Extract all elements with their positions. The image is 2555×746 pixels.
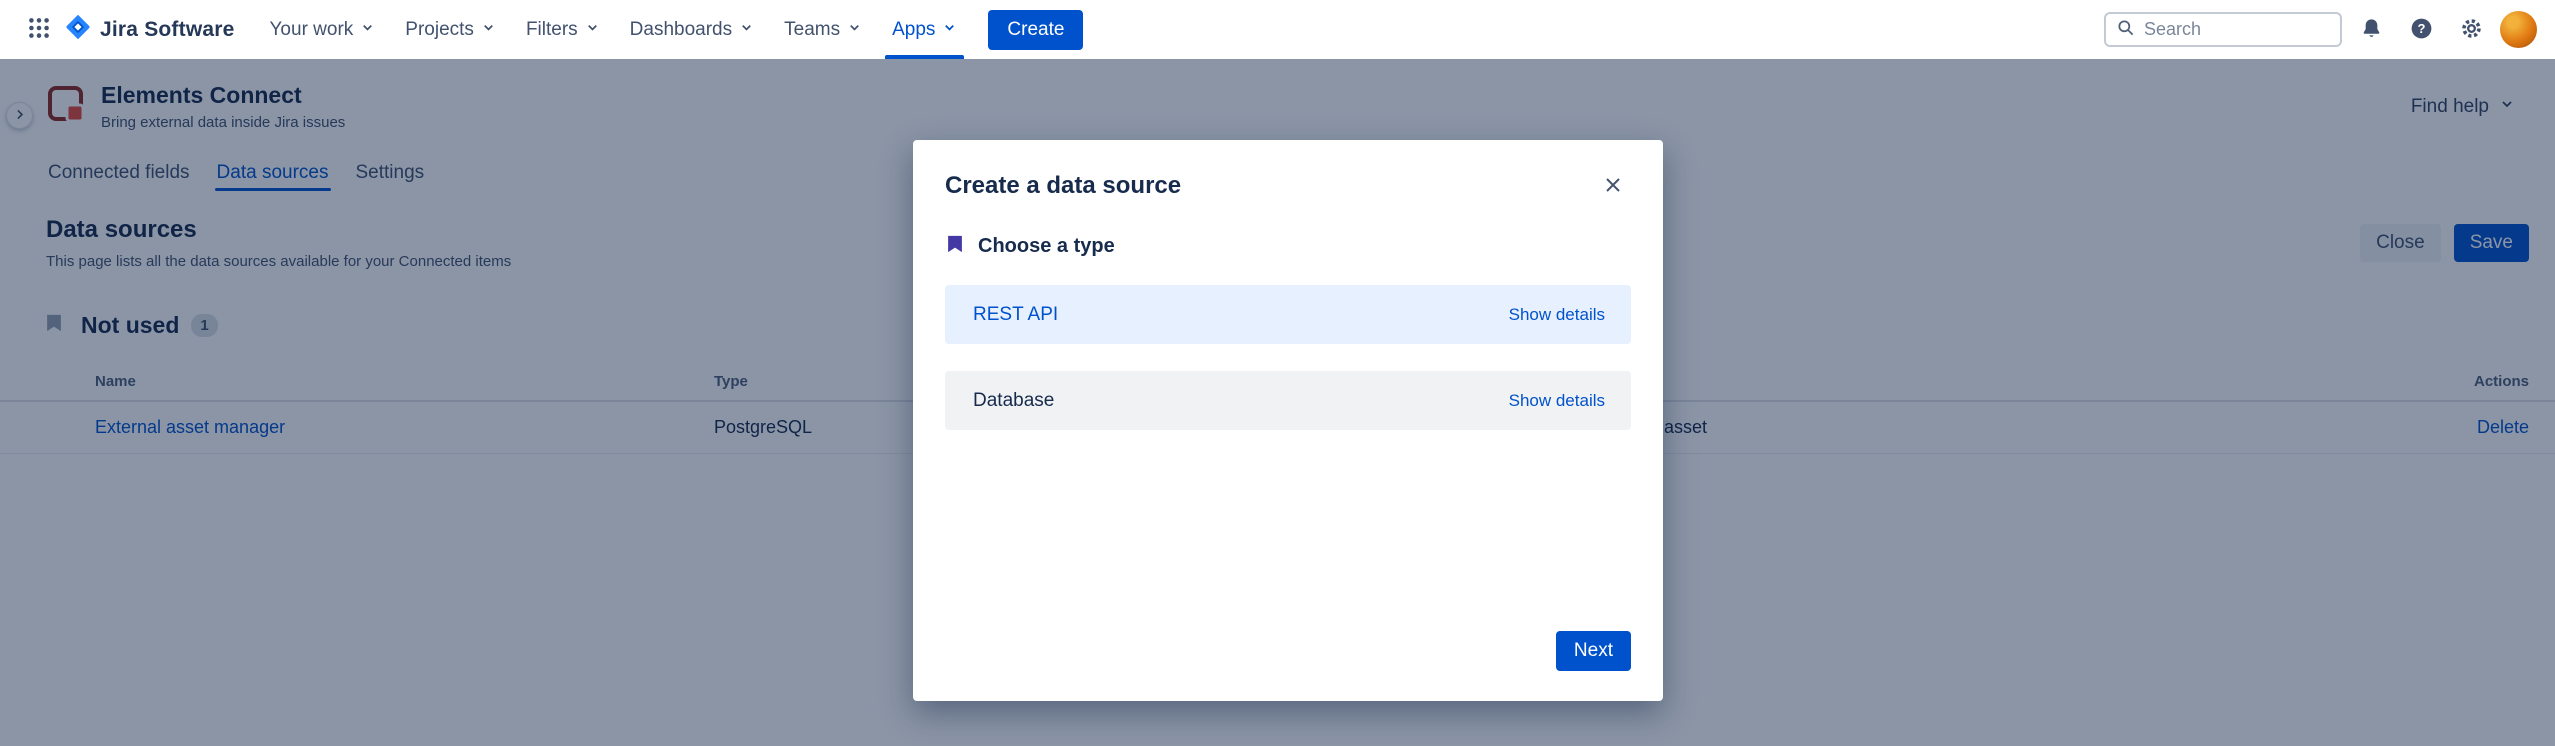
chevron-down-icon <box>585 19 600 41</box>
option-label: REST API <box>973 304 1058 326</box>
product-name: Jira Software <box>100 18 235 42</box>
settings-button[interactable] <box>2450 9 2492 51</box>
help-icon: ? <box>2409 16 2434 44</box>
nav-item-label: Teams <box>784 19 840 41</box>
help-button[interactable]: ? <box>2400 9 2442 51</box>
chevron-down-icon <box>847 19 862 41</box>
option-rest-api[interactable]: REST API Show details <box>945 285 1631 344</box>
close-icon <box>1601 173 1625 200</box>
nav-item-your-work[interactable]: Your work <box>255 0 391 59</box>
chevron-down-icon <box>739 19 754 41</box>
nav-item-label: Dashboards <box>630 19 732 41</box>
jira-logo[interactable]: Jira Software <box>64 13 235 46</box>
user-avatar[interactable] <box>2500 11 2537 48</box>
next-button[interactable]: Next <box>1556 631 1631 671</box>
step-bullet-icon <box>945 234 965 259</box>
nav-item-label: Apps <box>892 19 935 41</box>
step-title: Choose a type <box>978 235 1115 258</box>
primary-navigation: Your work Projects Filters Dashboards Te… <box>255 0 973 59</box>
notifications-button[interactable] <box>2350 9 2392 51</box>
app-switcher-button[interactable] <box>18 9 60 51</box>
gear-icon <box>2459 16 2484 44</box>
modal-title: Create a data source <box>945 172 1181 200</box>
chevron-down-icon <box>481 19 496 41</box>
nav-item-dashboards[interactable]: Dashboards <box>615 0 769 59</box>
option-label: Database <box>973 390 1054 412</box>
show-details-link-database[interactable]: Show details <box>1509 391 1605 411</box>
jira-logo-icon <box>64 13 92 46</box>
search-box[interactable] <box>2104 12 2342 47</box>
chevron-down-icon <box>942 19 957 41</box>
svg-text:?: ? <box>2417 21 2425 36</box>
nav-item-filters[interactable]: Filters <box>511 0 615 59</box>
chevron-down-icon <box>360 19 375 41</box>
search-input[interactable] <box>2144 19 2330 40</box>
modal-close-button[interactable] <box>1595 168 1631 204</box>
create-button[interactable]: Create <box>988 10 1083 50</box>
show-details-link-rest-api[interactable]: Show details <box>1509 305 1605 325</box>
bell-icon <box>2359 16 2384 44</box>
nav-item-apps[interactable]: Apps <box>877 0 972 59</box>
option-database[interactable]: Database Show details <box>945 371 1631 430</box>
nav-item-label: Filters <box>526 19 578 41</box>
nav-item-teams[interactable]: Teams <box>769 0 877 59</box>
create-data-source-modal: Create a data source Choose a type REST … <box>913 140 1663 701</box>
grid-icon <box>26 15 52 44</box>
nav-item-label: Projects <box>405 19 474 41</box>
top-navbar: Jira Software Your work Projects Filters… <box>0 0 2555 59</box>
nav-item-label: Your work <box>270 19 354 41</box>
nav-item-projects[interactable]: Projects <box>390 0 511 59</box>
search-icon <box>2116 18 2135 42</box>
